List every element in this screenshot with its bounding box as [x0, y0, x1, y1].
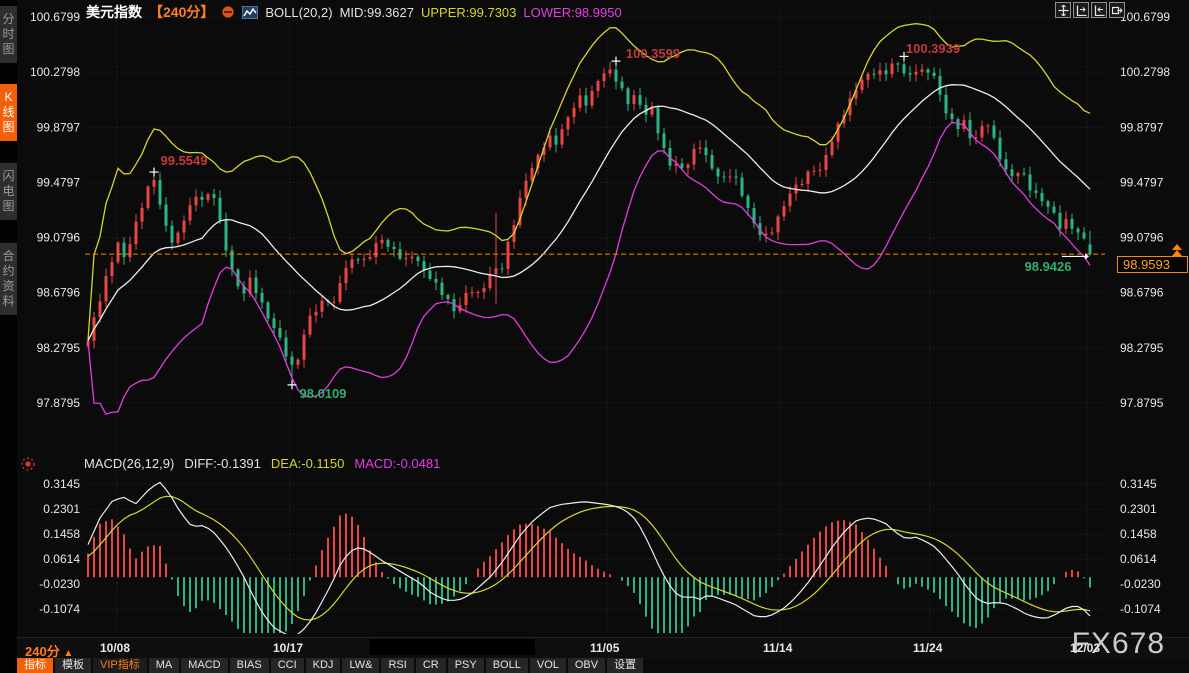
crosshair-move-icon[interactable]: [1055, 2, 1071, 18]
svg-text:100.2798: 100.2798: [30, 65, 80, 79]
svg-text:0.1458: 0.1458: [1120, 527, 1157, 541]
svg-text:100.3939: 100.3939: [906, 41, 960, 56]
svg-text:99.4797: 99.4797: [37, 175, 81, 189]
svg-text:0.3145: 0.3145: [43, 477, 80, 491]
toolbar-button-psy[interactable]: PSY: [448, 658, 484, 673]
svg-text:0.2301: 0.2301: [43, 502, 80, 516]
svg-text:99.0796: 99.0796: [1120, 231, 1164, 245]
svg-text:99.0796: 99.0796: [37, 231, 81, 245]
svg-text:97.8795: 97.8795: [37, 396, 81, 410]
x-axis-date-label: 11/24: [913, 641, 942, 655]
svg-text:-0.0230: -0.0230: [1120, 577, 1161, 591]
boll-upper-value: UPPER:99.7303: [421, 5, 516, 20]
sidebar-tab-flash-chart[interactable]: 闪电图: [0, 163, 17, 220]
svg-text:0.3145: 0.3145: [1120, 477, 1157, 491]
toolbar-button-cci[interactable]: CCI: [271, 658, 304, 673]
period-text: 240分: [25, 644, 60, 659]
period-badge[interactable]: 【240分】: [149, 2, 214, 22]
toolbar-button-ma[interactable]: MA: [149, 658, 180, 673]
boll-lower-value: LOWER:98.9950: [523, 5, 621, 20]
boll-mid-value: MID:99.3627: [340, 5, 414, 20]
toolbar-button-indicator[interactable]: 指标: [17, 658, 53, 673]
macd-header: MACD(26,12,9) DIFF:-0.1391 DEA:-0.1150 M…: [84, 456, 440, 471]
candles-layer: [87, 56, 1092, 384]
candlestick-chart-canvas[interactable]: 99.5549 100.3599 100.3939 98.0109 98.9426 100…: [0, 0, 1189, 673]
toolbar-button-bias[interactable]: BIAS: [230, 658, 269, 673]
macd-macd-value: MACD:-0.0481: [354, 456, 440, 471]
sidebar-tab-time-chart[interactable]: 分时图: [0, 6, 17, 63]
gridlines: [85, 10, 1105, 633]
svg-text:99.8797: 99.8797: [1120, 120, 1164, 134]
svg-text:100.2798: 100.2798: [1120, 65, 1170, 79]
svg-text:-0.0230: -0.0230: [39, 577, 80, 591]
svg-text:98.6796: 98.6796: [1120, 286, 1164, 300]
toolbar-button-lw[interactable]: LW&: [342, 658, 379, 673]
sidebar-tab-contract-info[interactable]: 合约资料: [0, 243, 17, 315]
chart-header: 美元指数 【240分】 BOLL(20,2) MID:99.3627 UPPER…: [86, 3, 622, 21]
svg-text:98.2795: 98.2795: [1120, 341, 1164, 355]
watermark: FX678: [1072, 627, 1165, 661]
x-axis-date-label: 10/08: [100, 641, 130, 655]
toolbar-button-kdj[interactable]: KDJ: [306, 658, 341, 673]
macd-params-label: MACD(26,12,9): [84, 456, 174, 471]
toolbar-button-boll[interactable]: BOLL: [486, 658, 528, 673]
svg-text:99.5549: 99.5549: [161, 153, 208, 168]
svg-text:98.0109: 98.0109: [300, 386, 347, 401]
left-sidebar: 分时图 K线图 闪电图 合约资料: [0, 0, 17, 673]
svg-text:98.9426: 98.9426: [1025, 259, 1072, 274]
macd-dea-value: DEA:-0.1150: [271, 456, 344, 471]
svg-text:100.3599: 100.3599: [626, 46, 680, 61]
toolbar-button-rsi[interactable]: RSI: [381, 658, 413, 673]
svg-text:99.8797: 99.8797: [37, 120, 81, 134]
scale-x-axis-icon[interactable]: [1091, 2, 1107, 18]
svg-text:-0.1074: -0.1074: [39, 602, 80, 616]
minus-circle-icon[interactable]: [221, 5, 235, 19]
toolbar-button-settings[interactable]: 设置: [607, 658, 643, 673]
scrollbar-thumb[interactable]: [370, 639, 535, 655]
svg-text:98.6796: 98.6796: [37, 286, 81, 300]
scale-y-axis-icon[interactable]: [1073, 2, 1089, 18]
toolbar-button-vip-indicator[interactable]: VIP指标: [93, 658, 147, 673]
svg-text:0.0614: 0.0614: [1120, 552, 1157, 566]
toolbar-button-obv[interactable]: OBV: [568, 658, 605, 673]
sidebar-tab-kline-chart[interactable]: K线图: [0, 84, 17, 141]
boll-params-label: BOLL(20,2): [265, 5, 332, 20]
svg-text:0.2301: 0.2301: [1120, 502, 1157, 516]
svg-text:98.2795: 98.2795: [37, 341, 81, 355]
indicator-toolbar: 指标模板VIP指标MAMACDBIASCCIKDJLW&RSICRPSYBOLL…: [17, 658, 643, 673]
svg-text:0.0614: 0.0614: [43, 552, 80, 566]
chart-app: 99.5549 100.3599 100.3939 98.0109 98.9426 100…: [0, 0, 1189, 673]
x-axis-date-label: 11/05: [590, 641, 619, 655]
last-price-tag: 98.9593: [1117, 256, 1188, 273]
toolbar-button-template[interactable]: 模板: [55, 658, 91, 673]
svg-text:100.6799: 100.6799: [1120, 10, 1170, 24]
x-axis-row: 240分 ▲ 10/0810/1711/0511/1411/2412/03: [17, 637, 1189, 659]
chart-thumbnail-icon[interactable]: [242, 6, 258, 19]
svg-text:100.6799: 100.6799: [30, 10, 80, 24]
window-tool-buttons: [1055, 2, 1125, 18]
x-axis-date-label: 10/17: [273, 641, 303, 655]
pop-out-panel-icon[interactable]: [1109, 2, 1125, 18]
toolbar-button-vol[interactable]: VOL: [530, 658, 566, 673]
svg-text:-0.1074: -0.1074: [1120, 602, 1161, 616]
svg-text:0.1458: 0.1458: [43, 527, 80, 541]
svg-text:99.4797: 99.4797: [1120, 175, 1164, 189]
toolbar-button-cr[interactable]: CR: [416, 658, 446, 673]
toolbar-button-macd[interactable]: MACD: [181, 658, 227, 673]
symbol-title: 美元指数: [86, 2, 142, 22]
x-axis-date-label: 11/14: [763, 641, 792, 655]
svg-text:97.8795: 97.8795: [1120, 396, 1164, 410]
indicator-record-icon[interactable]: [20, 456, 36, 477]
macd-diff-value: DIFF:-0.1391: [184, 456, 261, 471]
